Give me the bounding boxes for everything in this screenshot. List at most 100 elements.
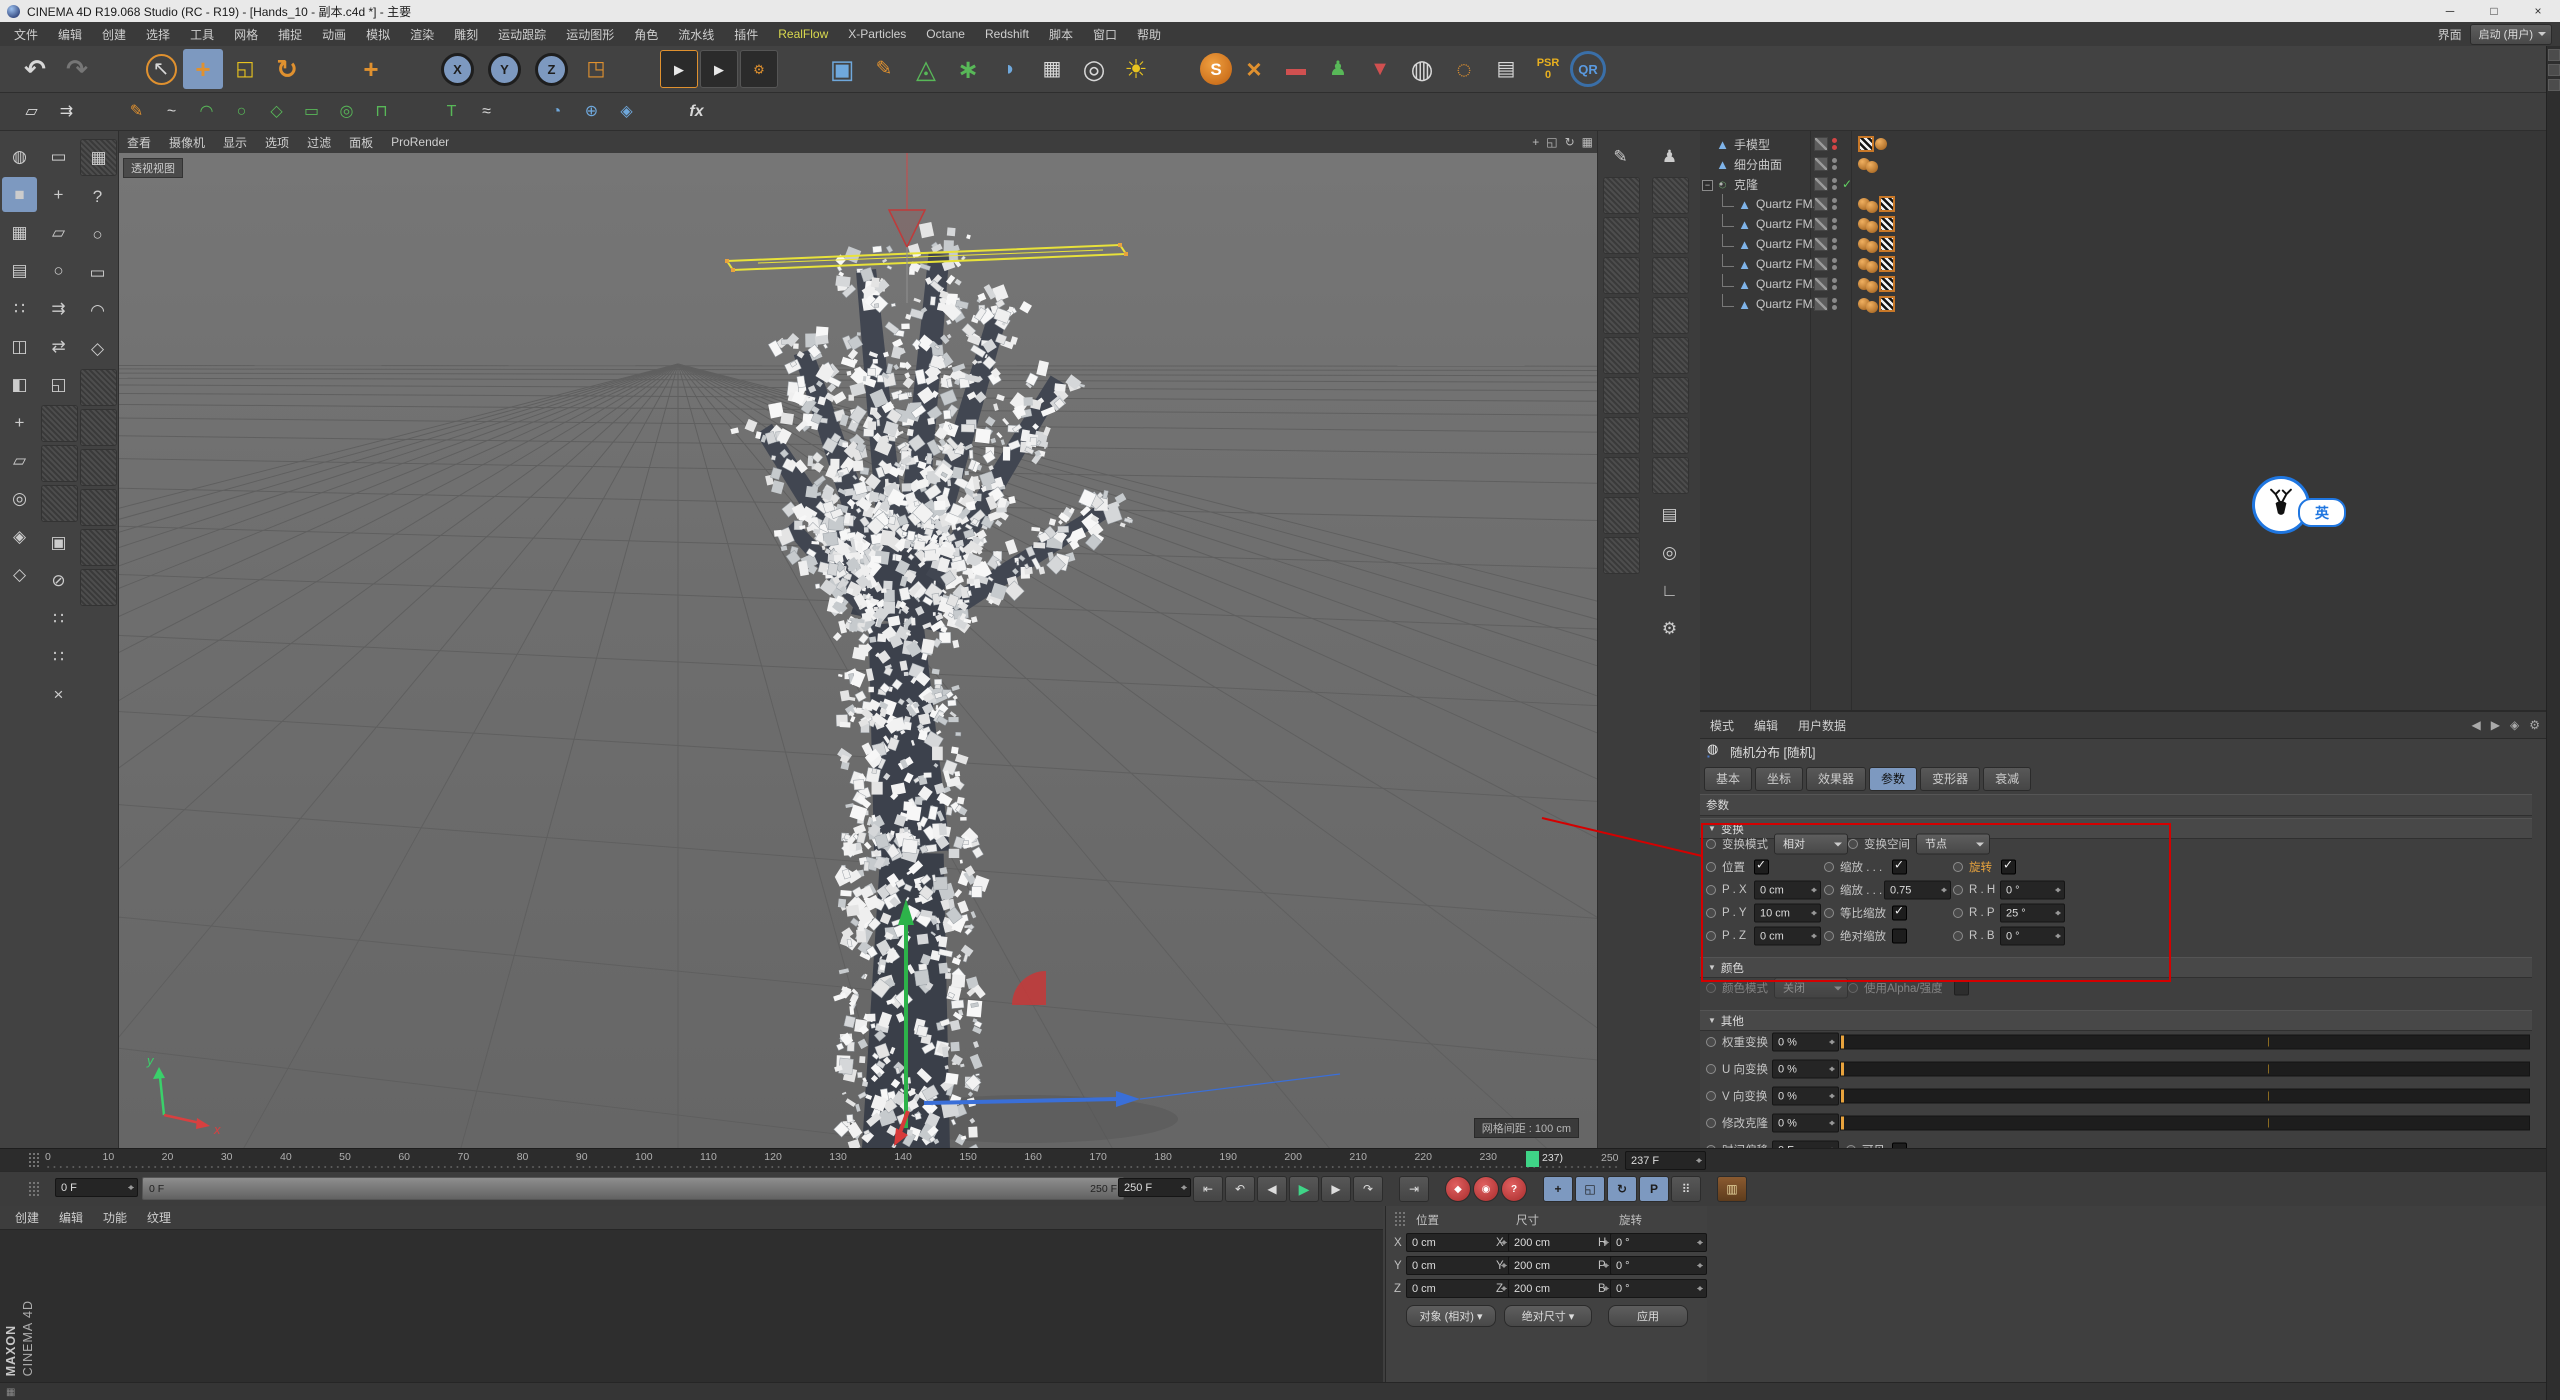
other-param-field[interactable]: 0 % <box>1772 1087 1839 1106</box>
redo-icon[interactable]: ↷ <box>57 49 97 89</box>
snap-icon[interactable]: ◎ <box>2 481 37 516</box>
attribute-tab[interactable]: 基本 <box>1704 767 1752 791</box>
viewport-menu-item[interactable]: ProRender <box>382 135 458 149</box>
enable-axis-icon[interactable]: + <box>2 405 37 440</box>
keyframe-help-button[interactable]: ? <box>1501 1176 1527 1202</box>
object-tags[interactable] <box>1858 156 1879 173</box>
object-row[interactable]: 克隆 <box>1700 174 2546 194</box>
rpat-5-icon[interactable] <box>1603 337 1640 374</box>
scale-tool-icon[interactable]: ◱ <box>225 49 265 89</box>
texture-tag-icon[interactable] <box>1879 196 1895 212</box>
transport-handle[interactable] <box>28 1181 40 1197</box>
phong-tag-icon[interactable] <box>1866 281 1878 293</box>
render-picture-icon[interactable]: ▶ <box>700 50 738 88</box>
deformers-icon[interactable]: ◗ <box>990 49 1030 89</box>
rpat-16-icon[interactable] <box>1652 377 1689 414</box>
layer-badge[interactable] <box>1814 257 1828 271</box>
pattern-4-icon[interactable] <box>80 369 117 406</box>
generators-icon[interactable]: ◬ <box>906 49 946 89</box>
scatter-icon[interactable]: ◌ <box>1444 49 1484 89</box>
visibility-dots[interactable] <box>1832 298 1837 310</box>
sketch-spline-icon[interactable]: ~ <box>155 96 188 127</box>
rot-h-field[interactable]: 0 ° <box>1610 1233 1707 1252</box>
xparticles-icon[interactable]: × <box>1234 49 1274 89</box>
layer-badge[interactable] <box>1814 197 1828 211</box>
texture-tag-icon[interactable] <box>1879 256 1895 272</box>
other-param-slider[interactable] <box>1840 1089 2530 1104</box>
layer-badge[interactable] <box>1814 177 1828 191</box>
menu-item[interactable]: 窗口 <box>1083 26 1127 43</box>
viewport-menu-item[interactable]: 过滤 <box>298 134 340 151</box>
sphere-slash-icon[interactable]: ⊘ <box>41 563 76 598</box>
pattern-8-icon[interactable] <box>80 529 117 566</box>
history-back-icon[interactable]: ◀ <box>2472 718 2481 732</box>
lock-icon[interactable]: ◈ <box>2510 718 2519 732</box>
cross-small-icon[interactable]: × <box>41 677 76 712</box>
camera-icon[interactable]: ◎ <box>1074 49 1114 89</box>
rpat-9-icon[interactable] <box>1603 497 1640 534</box>
layer-badge[interactable] <box>1814 137 1828 151</box>
rotate-tool-icon[interactable]: ↻ <box>267 49 307 89</box>
menu-item[interactable]: 文件 <box>4 26 48 43</box>
sculpt-brush-icon[interactable]: ✎ <box>1603 139 1638 174</box>
key-parameter-button[interactable]: P <box>1639 1176 1669 1202</box>
object-name[interactable]: Quartz FM.1 <box>1756 277 1823 291</box>
maximize-button[interactable]: □ <box>2472 0 2516 22</box>
material-menu-item[interactable]: 编辑 <box>50 1209 92 1226</box>
menu-item[interactable]: 运动跟踪 <box>488 26 556 43</box>
environment-icon[interactable]: ▦ <box>1032 49 1072 89</box>
visibility-dots[interactable] <box>1832 158 1837 170</box>
texture-mode-icon[interactable]: ▦ <box>2 215 37 250</box>
make-editable-icon[interactable]: ◍ <box>2 139 37 174</box>
anim-dot[interactable] <box>1706 1064 1716 1074</box>
menu-item[interactable]: X-Particles <box>838 27 916 41</box>
anim-dot[interactable] <box>1706 1037 1716 1047</box>
rpat-1-icon[interactable] <box>1603 177 1640 214</box>
dots-grid-2-icon[interactable]: ∷ <box>41 639 76 674</box>
rail-icon[interactable]: ⇉ <box>50 96 83 127</box>
visibility-dots[interactable] <box>1832 218 1837 230</box>
render-settings-icon[interactable]: ⚙ <box>740 50 778 88</box>
rpat-18-icon[interactable] <box>1652 457 1689 494</box>
menu-item[interactable]: 插件 <box>724 26 768 43</box>
pattern-1-icon[interactable] <box>41 405 78 442</box>
key-rotation-button[interactable]: ↻ <box>1607 1176 1637 1202</box>
rpat-6-icon[interactable] <box>1603 377 1640 414</box>
vectorizer-icon[interactable]: ≈ <box>470 96 503 127</box>
attribute-tab[interactable]: 参数 <box>1869 767 1917 791</box>
rpat-4-icon[interactable] <box>1603 297 1640 334</box>
menu-item[interactable]: 动画 <box>312 26 356 43</box>
menu-item[interactable]: Octane <box>916 27 975 41</box>
phong-tag-icon[interactable] <box>1866 201 1878 213</box>
object-name[interactable]: Quartz FM.1 <box>1756 257 1823 271</box>
am-menu-item[interactable]: 编辑 <box>1744 717 1788 734</box>
gear-icon[interactable]: ⚙ <box>1652 611 1687 646</box>
object-name[interactable]: Quartz FM.1 <box>1756 197 1823 211</box>
menu-item[interactable]: 角色 <box>624 26 668 43</box>
menu-item[interactable]: 帮助 <box>1127 26 1171 43</box>
text-spline-icon[interactable]: T <box>435 96 468 127</box>
sketch-icon[interactable]: S <box>1200 53 1232 85</box>
layout-dropdown[interactable]: 启动 (用户) <box>2470 24 2552 45</box>
rect-spline-icon[interactable]: ▭ <box>295 96 328 127</box>
circle-spline-icon[interactable]: ○ <box>225 96 258 127</box>
rpat-8-icon[interactable] <box>1603 457 1640 494</box>
live-selection-icon[interactable]: ↖ <box>141 49 181 89</box>
quantize-icon[interactable]: ◈ <box>2 519 37 554</box>
dynamics-icon[interactable]: ▼ <box>1360 49 1400 89</box>
attribute-tab[interactable]: 效果器 <box>1806 767 1866 791</box>
profile-spline-icon[interactable]: ⊓ <box>365 96 398 127</box>
menu-item[interactable]: 脚本 <box>1039 26 1083 43</box>
current-frame-field[interactable]: 237 F <box>1625 1151 1706 1170</box>
coord-handle[interactable] <box>1394 1211 1406 1227</box>
rot-p-field[interactable]: 0 ° <box>1610 1256 1707 1275</box>
coord-mode-dropdown[interactable]: 对象 (相对) ▾ <box>1406 1305 1496 1327</box>
object-name[interactable]: 细分曲面 <box>1734 156 1782 173</box>
play-button[interactable]: ▶ <box>1289 1176 1319 1202</box>
help-cursor-icon[interactable]: ? <box>80 179 115 214</box>
texture-tag-icon[interactable] <box>1879 296 1895 312</box>
visibility-dots[interactable] <box>1832 178 1837 190</box>
qr-icon[interactable]: QR <box>1570 51 1606 87</box>
fx-icon[interactable]: fx <box>680 96 713 127</box>
workplane-icon[interactable]: ▱ <box>15 96 48 127</box>
